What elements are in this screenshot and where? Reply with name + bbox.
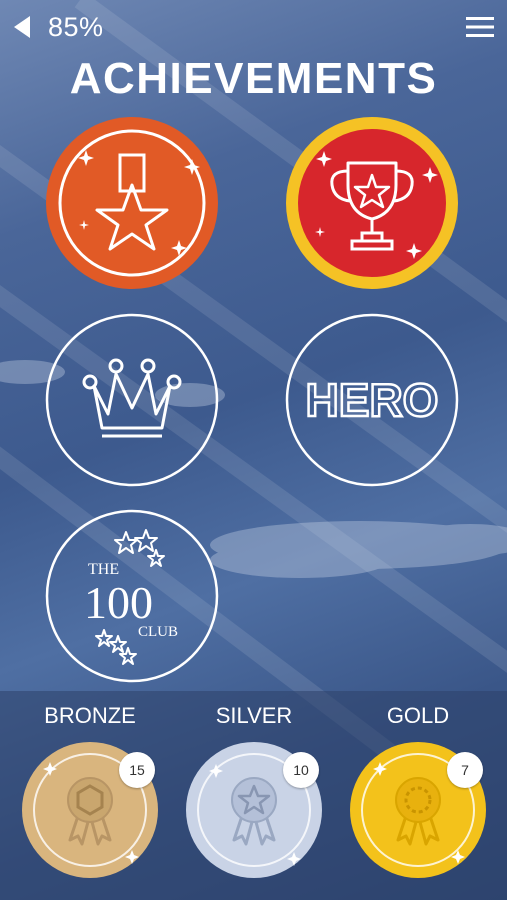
trophy-badge[interactable] xyxy=(284,115,460,291)
tier-label-bronze: BRONZE xyxy=(44,703,136,728)
back-arrow-icon xyxy=(14,16,30,38)
hero-text: HERO xyxy=(306,374,439,426)
tier-label-silver: SILVER xyxy=(215,703,293,728)
bronze-count-badge: 15 xyxy=(119,752,155,788)
silver-count-badge: 10 xyxy=(283,752,319,788)
crown-icon xyxy=(45,313,219,487)
hero-icon: HERO xyxy=(285,313,459,487)
the-100-club-badge[interactable]: THE 100 CLUB xyxy=(44,508,220,684)
tier-label-gold: GOLD xyxy=(386,703,450,728)
100-text: 100 xyxy=(84,577,153,628)
page-title: ACHIEVEMENTS xyxy=(69,54,438,103)
crown-badge[interactable] xyxy=(44,312,220,488)
progress-percent: 85% xyxy=(48,12,104,42)
club-text: CLUB xyxy=(138,624,178,640)
back-button[interactable] xyxy=(8,12,38,42)
the-100-club-icon: THE 100 CLUB xyxy=(45,509,219,683)
gold-count-badge: 7 xyxy=(447,752,483,788)
menu-button[interactable] xyxy=(465,14,495,40)
medal-star-badge[interactable] xyxy=(44,115,220,291)
hero-badge[interactable]: HERO xyxy=(284,312,460,488)
trophy-icon xyxy=(286,117,458,289)
the-text: THE xyxy=(88,561,119,578)
medal-star-icon xyxy=(46,117,218,289)
top-bar: 85% xyxy=(0,10,507,46)
hamburger-menu-icon xyxy=(466,17,494,37)
